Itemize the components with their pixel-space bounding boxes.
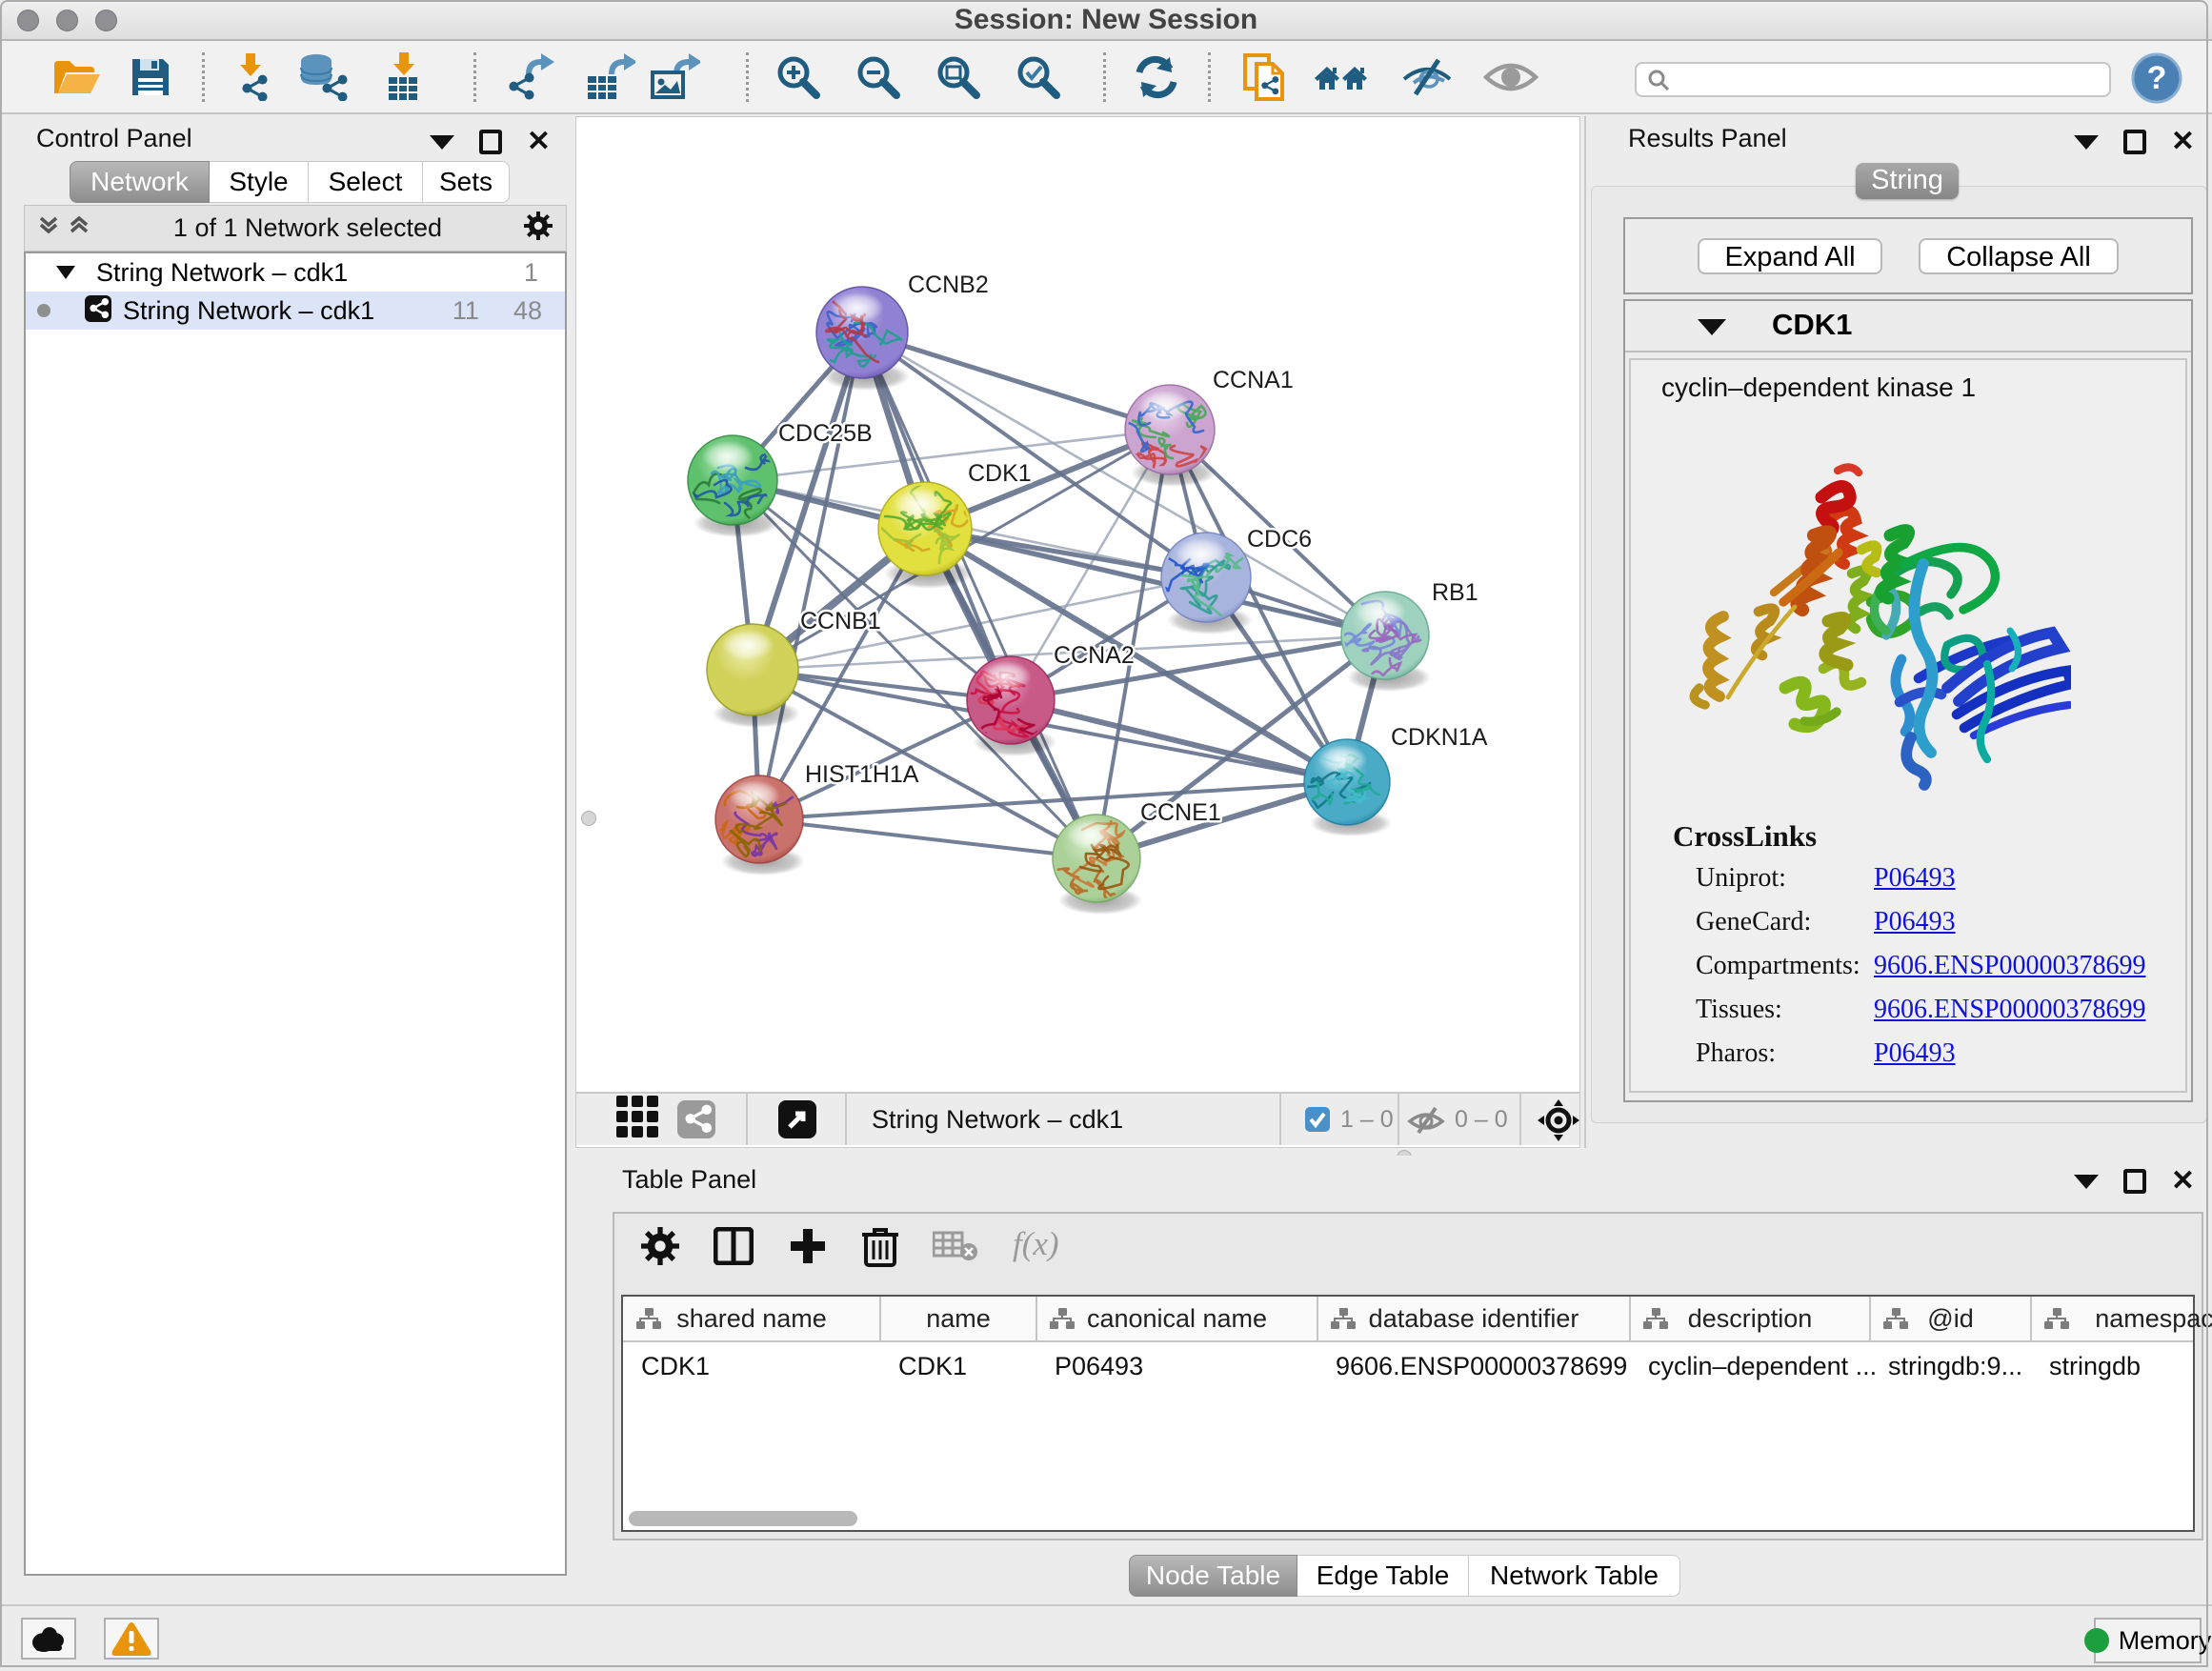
svg-text:RB1: RB1 <box>1432 579 1478 606</box>
svg-text:CDK1: CDK1 <box>968 460 1032 487</box>
svg-text:?: ? <box>2147 60 2167 96</box>
svg-text:CCNE1: CCNE1 <box>1140 799 1221 826</box>
svg-text:CDKN1A: CDKN1A <box>1391 724 1488 751</box>
svg-text:CCNA2: CCNA2 <box>1054 642 1135 669</box>
svg-text:HIST1H1A: HIST1H1A <box>805 761 919 788</box>
svg-text:CDC25B: CDC25B <box>778 420 873 447</box>
svg-text:CCNB1: CCNB1 <box>800 608 881 634</box>
svg-text:CCNA1: CCNA1 <box>1213 367 1294 393</box>
svg-text:CCNB2: CCNB2 <box>908 272 989 298</box>
svg-text:CDC6: CDC6 <box>1247 526 1312 553</box>
